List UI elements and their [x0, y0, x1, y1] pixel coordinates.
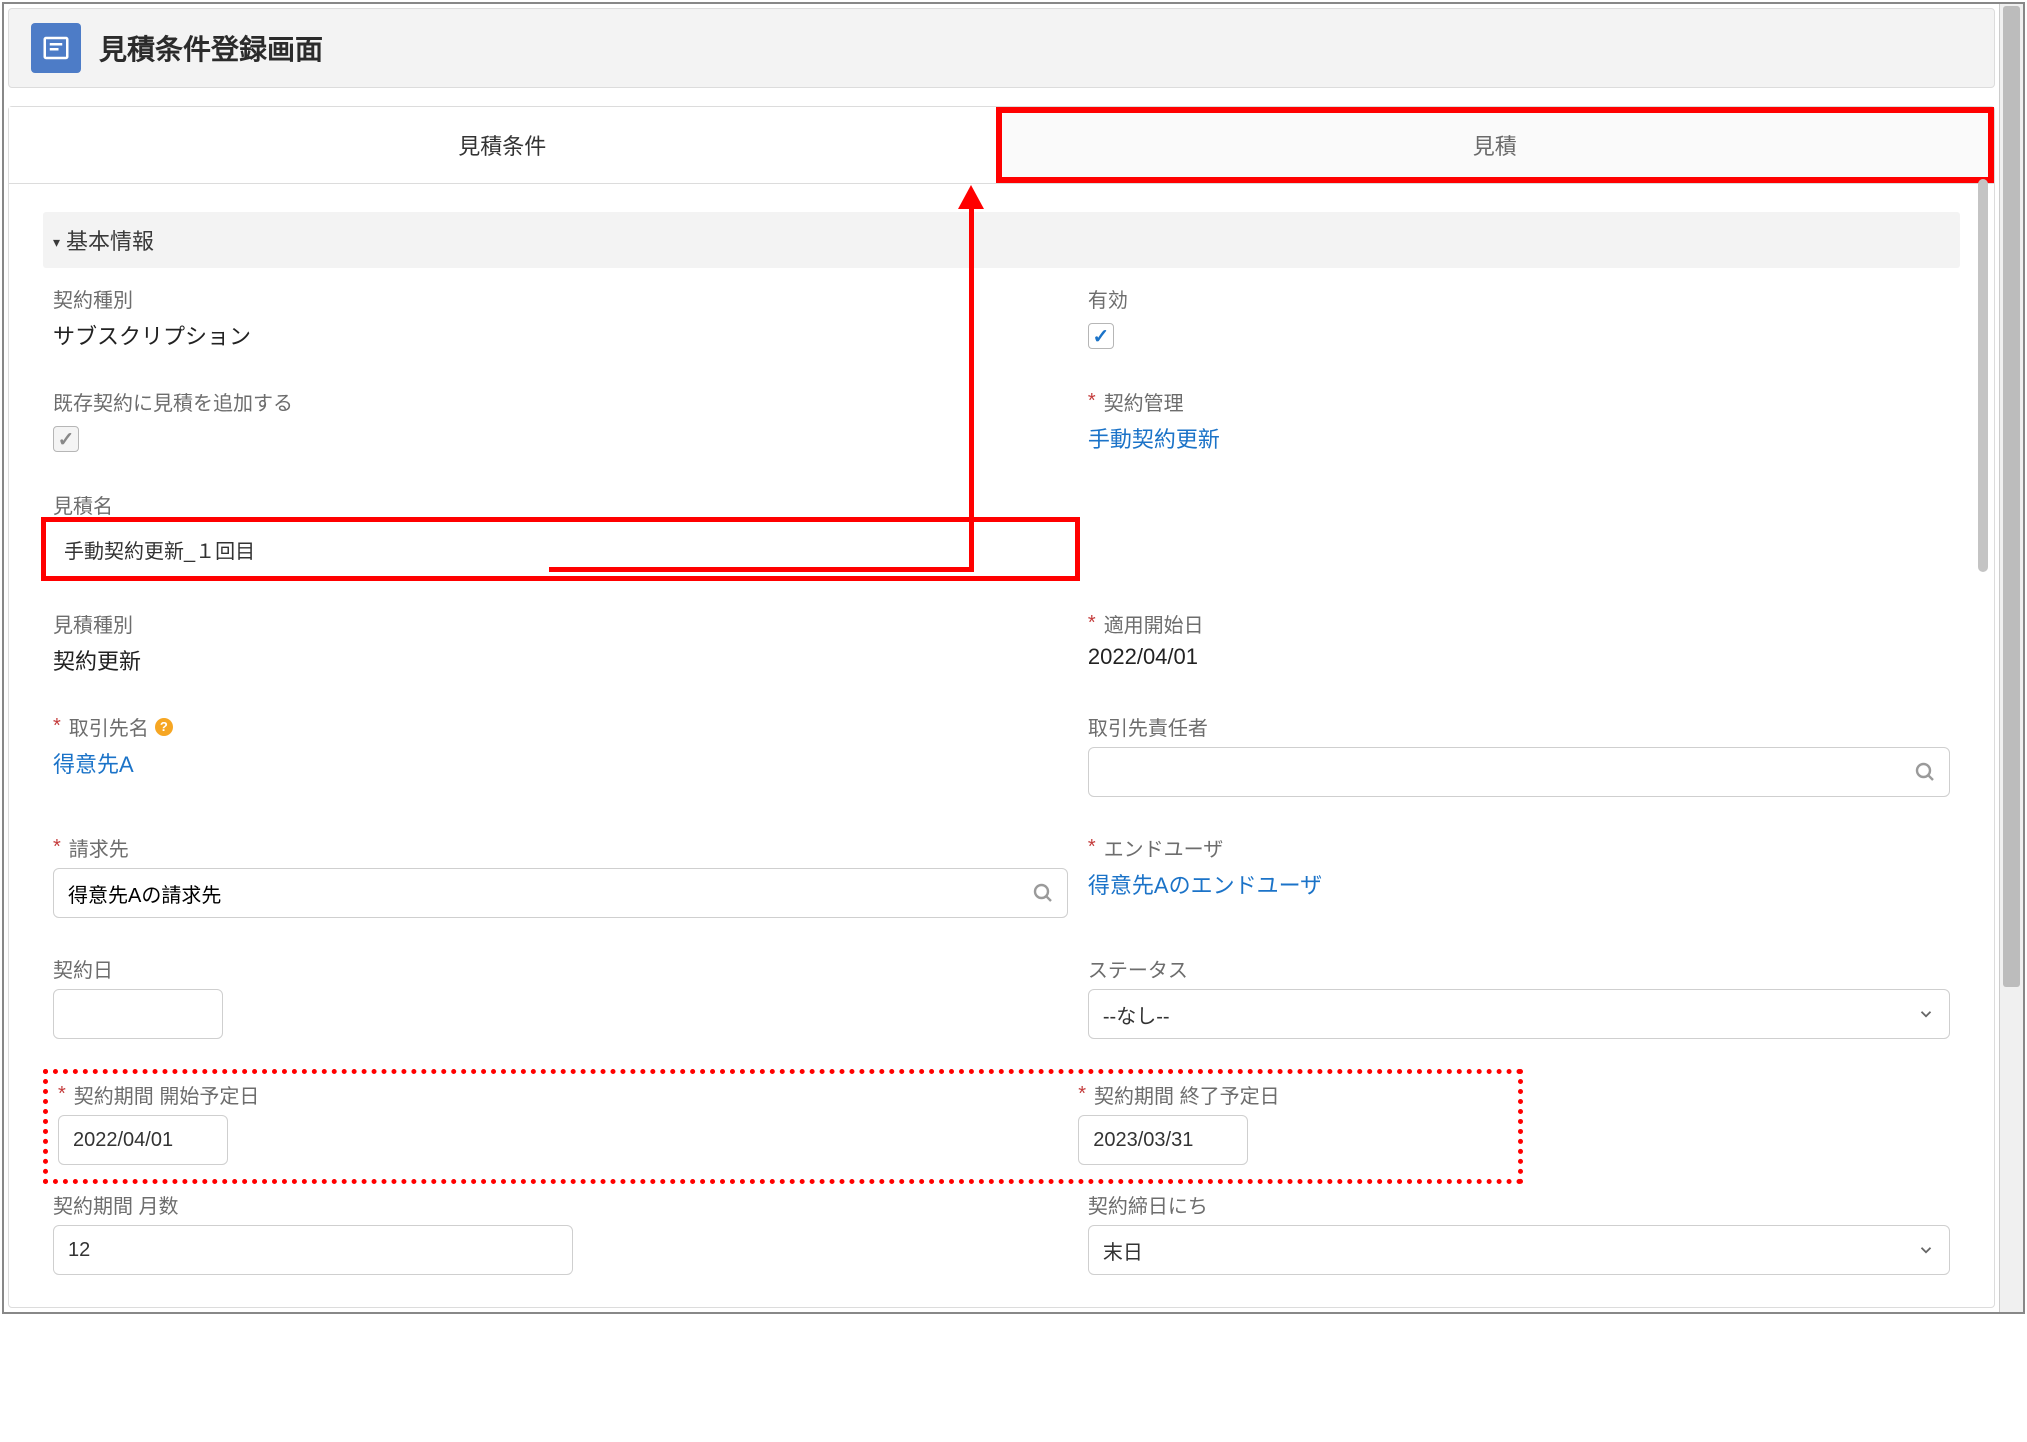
label-period-months: 契約期間 月数	[53, 1190, 1068, 1219]
annotation-arrow	[549, 567, 974, 572]
inner-scrollbar[interactable]	[1976, 177, 1990, 1299]
input-period-months[interactable]	[53, 1225, 573, 1275]
label-period-end: *契約期間 終了予定日	[1078, 1080, 1507, 1109]
link-account-name[interactable]: 得意先A	[53, 747, 1068, 779]
main-panel: 見積条件 見積 基本情報 契約種別 サブスクリ	[8, 106, 1995, 1308]
link-contract-mgmt[interactable]: 手動契約更新	[1088, 422, 1950, 454]
inner-scrollbar-thumb[interactable]	[1978, 179, 1988, 572]
label-bill-to: *請求先	[53, 833, 1068, 862]
outer-scrollbar-thumb[interactable]	[2003, 6, 2020, 987]
label-apply-start: *適用開始日	[1088, 609, 1950, 638]
label-account-name: *取引先名 ?	[53, 712, 1068, 741]
tab-quote-conditions[interactable]: 見積条件	[9, 107, 996, 183]
search-icon	[1913, 760, 1937, 784]
checkbox-add-existing[interactable]: ✓	[53, 426, 79, 452]
label-account-owner: 取引先責任者	[1088, 712, 1950, 741]
select-status-value: --なし--	[1103, 1000, 1170, 1029]
tab-quote[interactable]: 見積	[996, 107, 1995, 183]
select-status[interactable]: --なし--	[1088, 989, 1950, 1039]
input-period-end[interactable]	[1078, 1115, 1248, 1165]
chevron-down-icon	[1917, 1241, 1935, 1259]
search-icon	[1031, 881, 1055, 905]
input-account-owner[interactable]	[1089, 748, 1913, 796]
input-period-start[interactable]	[58, 1115, 228, 1165]
input-bill-to[interactable]	[54, 869, 1031, 917]
value-quote-type: 契約更新	[53, 644, 1068, 676]
page-header: 見積条件登録画面	[8, 8, 1995, 88]
outer-scrollbar[interactable]	[1999, 4, 2023, 1312]
input-contract-date[interactable]	[53, 989, 223, 1039]
label-closing-day: 契約締日にち	[1088, 1190, 1950, 1219]
lookup-bill-to[interactable]	[53, 868, 1068, 918]
label-contract-mgmt: *契約管理	[1088, 387, 1950, 416]
label-add-existing: 既存契約に見積を追加する	[53, 387, 1068, 416]
annotation-arrow-head	[958, 185, 984, 209]
select-closing-day[interactable]: 末日	[1088, 1225, 1950, 1275]
value-apply-start: 2022/04/01	[1088, 644, 1950, 670]
label-contract-type: 契約種別	[53, 284, 1068, 313]
quote-icon	[31, 23, 81, 73]
lookup-account-owner[interactable]	[1088, 747, 1950, 797]
label-valid: 有効	[1088, 284, 1950, 313]
value-contract-type: サブスクリプション	[53, 319, 1068, 351]
page-title: 見積条件登録画面	[99, 28, 323, 68]
label-status: ステータス	[1088, 954, 1950, 983]
tabs: 見積条件 見積	[9, 107, 1994, 184]
label-quote-type: 見積種別	[53, 609, 1068, 638]
label-period-start: *契約期間 開始予定日	[58, 1080, 1058, 1109]
input-quote-name[interactable]	[58, 530, 1063, 568]
section-basic-info[interactable]: 基本情報	[43, 212, 1960, 268]
link-end-user[interactable]: 得意先Aのエンドユーザ	[1088, 868, 1950, 900]
annotation-arrow	[969, 207, 974, 572]
select-closing-day-value: 末日	[1103, 1236, 1143, 1265]
label-end-user: *エンドユーザ	[1088, 833, 1950, 862]
checkbox-valid[interactable]: ✓	[1088, 323, 1114, 349]
highlight-contract-period: *契約期間 開始予定日 *契約期間 終了予定日	[43, 1069, 1523, 1184]
label-quote-name: 見積名	[53, 490, 1068, 519]
help-icon[interactable]: ?	[155, 718, 173, 736]
chevron-down-icon	[1917, 1005, 1935, 1023]
label-contract-date: 契約日	[53, 954, 1068, 983]
